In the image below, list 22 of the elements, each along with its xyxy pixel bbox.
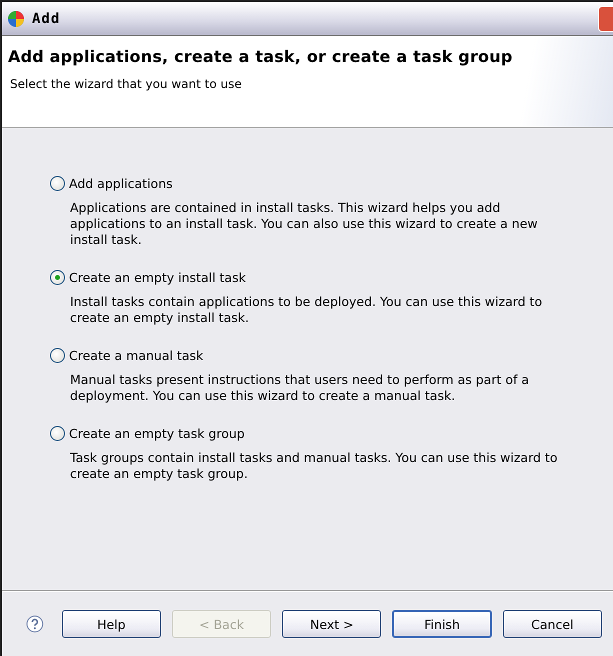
radio-button[interactable] <box>50 176 65 191</box>
page-title: Add applications, create a task, or create a task group <box>8 47 514 66</box>
close-button[interactable] <box>598 6 613 32</box>
option-label[interactable]: Create an empty task group <box>69 426 245 441</box>
dialog-button[interactable]: Help <box>62 610 161 638</box>
app-icon <box>6 8 26 28</box>
dialog-button[interactable]: Cancel <box>502 610 602 638</box>
option-description: Task groups contain install tasks and manual tasks. You can use this wizard to create an empty task group. <box>70 450 558 482</box>
option-description: Applications are contained in install tasks. This wizard helps you add applications to an install task. You can also use this wizard to create a new install task. <box>70 200 539 248</box>
radio-button[interactable] <box>50 348 65 363</box>
option-label[interactable]: Create a manual task <box>69 348 204 363</box>
page-subtitle: Select the wizard that you want to use <box>10 77 243 91</box>
option-label[interactable]: Create an empty install task <box>69 270 246 285</box>
option-description: Install tasks contain applications to be deployed. You can use this wizard to create an empty install task. <box>70 294 544 326</box>
option-description: Manual tasks present instructions that users need to perform as part of a deployment. You can use this wizard to create a manual task. <box>70 372 530 404</box>
radio-button[interactable] <box>50 270 65 285</box>
option-label[interactable]: Add applications <box>69 176 173 191</box>
dialog-button[interactable]: Finish <box>392 610 492 638</box>
help-icon[interactable] <box>26 615 44 633</box>
radio-button[interactable] <box>50 426 65 441</box>
window-title: Add <box>32 10 62 26</box>
dialog-button[interactable]: Next > <box>282 610 382 638</box>
